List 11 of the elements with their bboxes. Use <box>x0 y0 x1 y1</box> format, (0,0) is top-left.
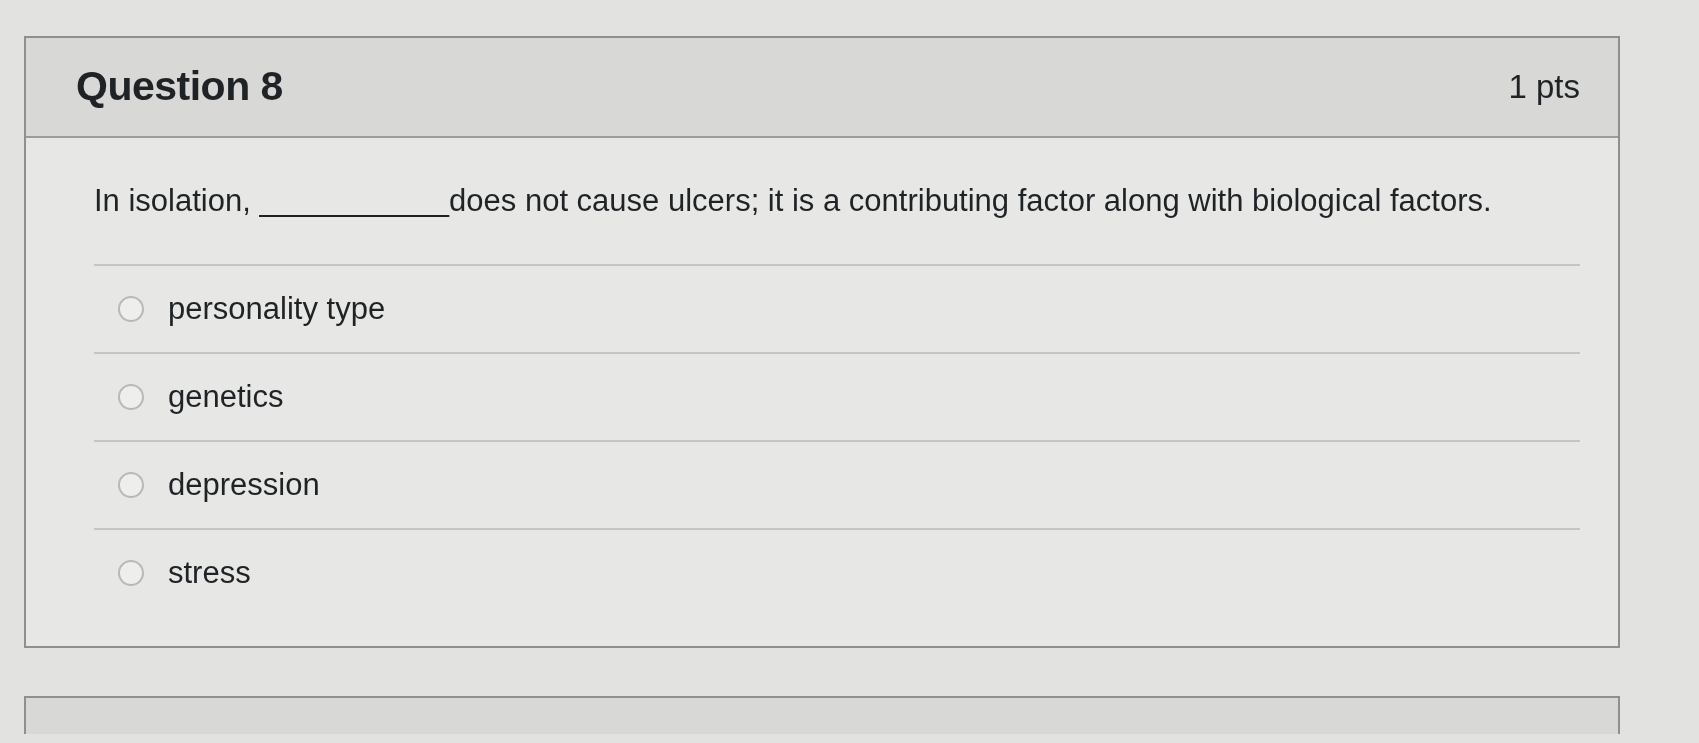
answer-label[interactable]: depression <box>168 466 320 504</box>
answer-label[interactable]: stress <box>168 554 251 592</box>
radio-button[interactable] <box>118 384 144 410</box>
radio-button[interactable] <box>118 560 144 586</box>
points-label: 1 pts <box>1508 67 1580 108</box>
answer-label[interactable]: personality type <box>168 290 386 328</box>
question-text: In isolation, ___________does not cause ulcers; it is a contributing factor along with biological factors. <box>94 182 1493 220</box>
question-title: Question 8 <box>76 62 283 112</box>
answer-label[interactable]: genetics <box>168 378 284 416</box>
radio-button[interactable] <box>118 472 144 498</box>
radio-button[interactable] <box>118 296 144 322</box>
